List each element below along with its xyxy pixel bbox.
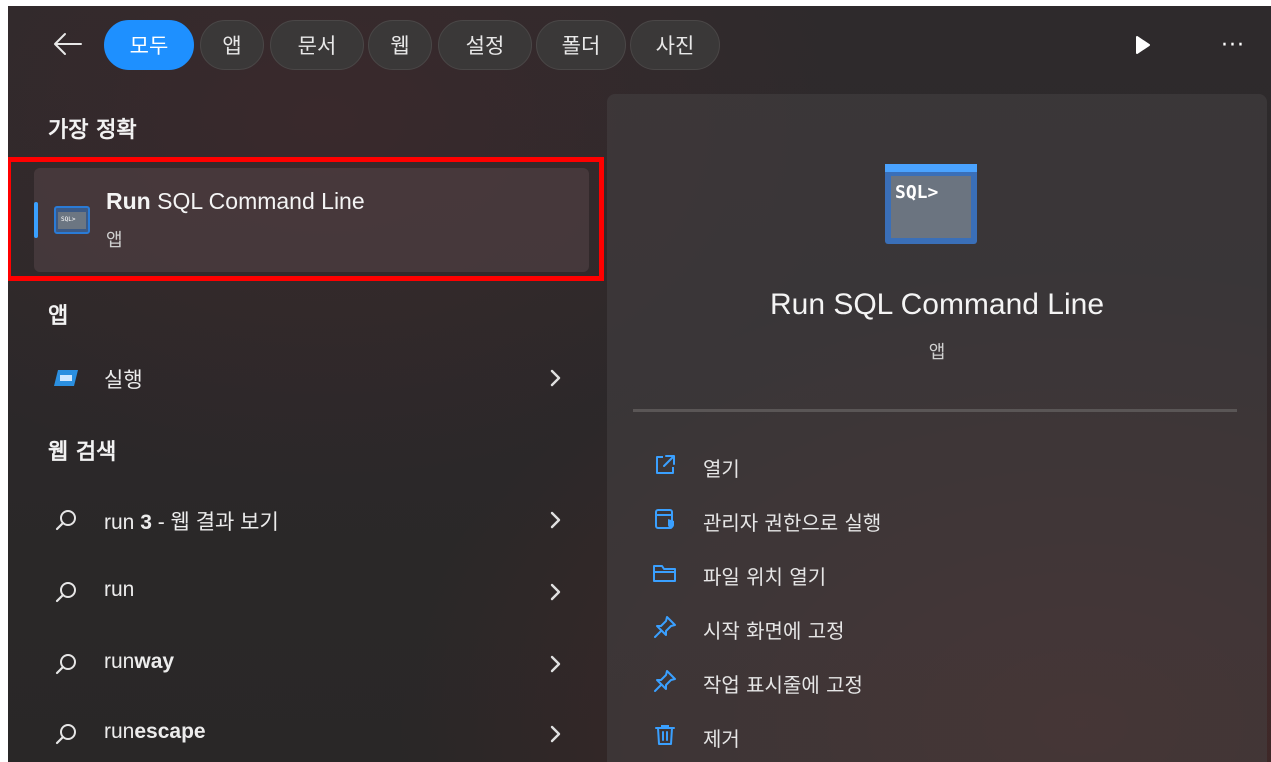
detail-title: Run SQL Command Line [769,288,1105,321]
action-label: 제거 [703,727,740,751]
action-open[interactable]: 열기 [643,443,1203,487]
chevron-right-icon [550,725,561,743]
pin-icon [651,613,679,641]
chevron-right-icon [550,511,561,529]
chevron-right-icon [550,583,561,601]
action-label: 열기 [703,457,740,481]
action-label: 파일 위치 열기 [703,565,827,589]
back-arrow-icon [54,33,82,55]
apps-heading: 앱 [48,304,69,329]
action-pin-to-start[interactable]: 시작 화면에 고정 [643,605,1203,649]
folder-icon [651,559,679,587]
pin-icon [651,667,679,695]
action-pin-to-taskbar[interactable]: 작업 표시줄에 고정 [643,659,1203,703]
search-icon [52,720,80,748]
best-match-title: Run SQL Command Line [106,188,365,214]
more-options-button[interactable]: ··· [1213,28,1253,62]
detail-type: 앱 [928,342,946,363]
best-match-result[interactable]: SQL> Run SQL Command Line 앱 [34,168,589,272]
action-run-as-admin[interactable]: 관리자 권한으로 실행 [643,497,1203,541]
tab-photos[interactable]: 사진 [630,20,720,70]
svg-text:SQL>: SQL> [61,216,76,223]
divider [633,409,1237,412]
trash-icon [651,721,679,749]
web-result-2[interactable]: run [34,564,589,620]
admin-shield-icon [651,505,679,533]
web-result-label: run [104,578,135,601]
run-dialog-icon [52,364,80,392]
chevron-right-icon [550,369,561,387]
filter-bar: 모두 앱 문서 웹 설정 폴더 사진 ··· [8,6,1271,86]
search-window: 모두 앱 문서 웹 설정 폴더 사진 ··· 가장 정확 SQL> Run SQ… [8,6,1271,762]
action-label: 관리자 권한으로 실행 [703,511,882,535]
tab-web[interactable]: 웹 [368,20,432,70]
web-result-3[interactable]: runway [34,636,589,692]
tab-all[interactable]: 모두 [104,20,194,70]
action-label: 작업 표시줄에 고정 [703,673,863,697]
selection-indicator [34,202,38,238]
open-external-icon [651,451,679,479]
search-icon [52,578,80,606]
action-open-file-location[interactable]: 파일 위치 열기 [643,551,1203,595]
sql-terminal-icon: SQL> [54,206,90,234]
play-icon [1136,36,1150,54]
chevron-right-icon [550,655,561,673]
sql-terminal-icon: SQL> [885,164,977,244]
web-result-label: run 3 - 웹 결과 보기 [104,511,279,534]
detail-panel: SQL> Run SQL Command Line 앱 열기 관리자 권한으로 … [607,94,1267,762]
search-icon [52,650,80,678]
svg-text:SQL>: SQL> [895,182,939,203]
play-button[interactable] [1128,28,1158,62]
best-match-heading: 가장 정확 [48,118,137,143]
best-match-type: 앱 [106,230,123,251]
action-uninstall[interactable]: 제거 [643,713,1203,757]
app-result-label: 실행 [104,369,143,392]
more-icon: ··· [1221,32,1245,58]
web-result-1[interactable]: run 3 - 웹 결과 보기 [34,492,589,548]
action-label: 시작 화면에 고정 [703,619,845,643]
tab-apps[interactable]: 앱 [200,20,264,70]
tab-folders[interactable]: 폴더 [536,20,626,70]
web-result-label: runescape [104,720,206,743]
search-icon [52,506,80,534]
back-button[interactable] [48,26,88,62]
web-result-4[interactable]: runescape [34,706,589,762]
web-result-label: runway [104,650,175,673]
web-search-heading: 웹 검색 [48,440,117,465]
app-result-run[interactable]: 실행 [34,350,589,406]
tab-settings[interactable]: 설정 [438,20,532,70]
tab-documents[interactable]: 문서 [270,20,364,70]
